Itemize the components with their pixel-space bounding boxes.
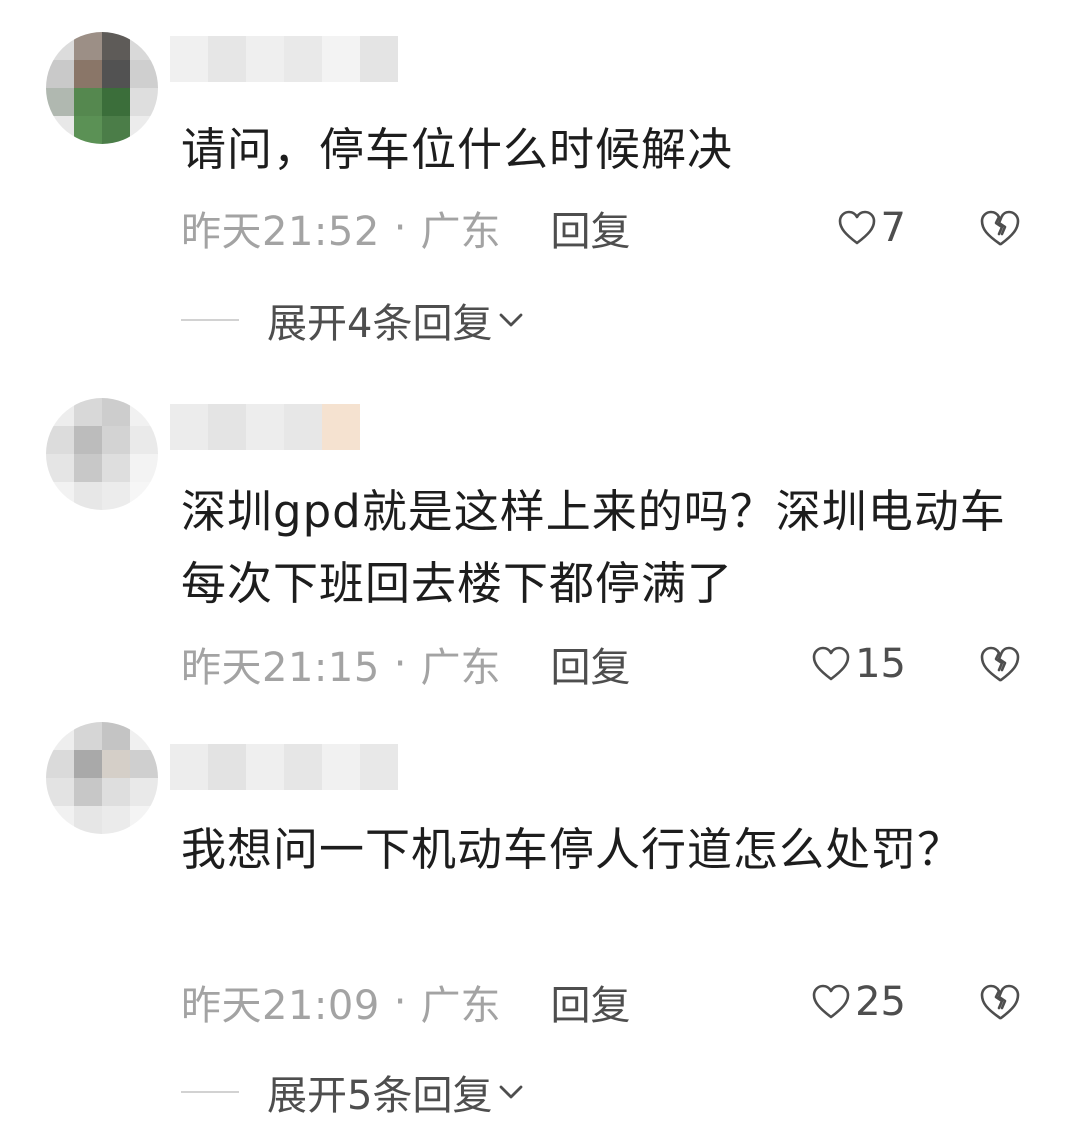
reply-button[interactable]: 回复 bbox=[551, 973, 631, 1031]
comment-list: 请问，停车位什么时候解决 昨天21:52 · 广东 回复 7 展开4条回复 深圳… bbox=[0, 0, 1080, 1128]
expand-replies-button[interactable]: 展开4条回复 bbox=[181, 290, 524, 350]
avatar[interactable] bbox=[46, 398, 158, 510]
like-button[interactable]: 25 bbox=[811, 972, 906, 1032]
divider-line bbox=[181, 1091, 239, 1093]
divider-line bbox=[181, 319, 239, 321]
chevron-down-icon bbox=[500, 313, 523, 327]
expand-replies-button[interactable]: 展开5条回复 bbox=[181, 1062, 524, 1122]
like-button[interactable]: 15 bbox=[811, 634, 906, 694]
comment-text: 请问，停车位什么时候解决 bbox=[181, 123, 734, 176]
reply-button[interactable]: 回复 bbox=[551, 199, 631, 257]
broken-heart-icon bbox=[980, 210, 1020, 246]
avatar[interactable] bbox=[46, 722, 158, 834]
comment-location: 广东 bbox=[420, 209, 501, 255]
avatar[interactable] bbox=[46, 32, 158, 144]
heart-outline-icon bbox=[812, 646, 850, 681]
comment-time: 昨天21:09 bbox=[181, 983, 380, 1029]
comment-time: 昨天21:52 bbox=[181, 209, 380, 255]
broken-heart-icon bbox=[980, 984, 1020, 1020]
comment-meta: 昨天21:09 · 广东 回复 bbox=[181, 972, 1041, 1032]
comment-location: 广东 bbox=[420, 983, 501, 1029]
expand-replies-label: 展开4条回复 bbox=[267, 301, 493, 347]
comment-location: 广东 bbox=[420, 645, 501, 691]
reply-button[interactable]: 回复 bbox=[551, 635, 631, 693]
heart-outline-icon bbox=[838, 210, 875, 245]
comment-time: 昨天21:15 bbox=[181, 645, 380, 691]
comment-meta: 昨天21:52 · 广东 回复 bbox=[181, 198, 1041, 258]
meta-separator: · bbox=[393, 979, 407, 1025]
heart-outline-icon bbox=[812, 984, 850, 1019]
dislike-button[interactable] bbox=[978, 634, 1022, 694]
username-blurred[interactable] bbox=[170, 36, 400, 82]
expand-replies-label: 展开5条回复 bbox=[267, 1073, 493, 1119]
meta-separator: · bbox=[393, 205, 407, 251]
comment-text: 我想问一下机动车停人行道怎么处罚？ bbox=[181, 823, 964, 876]
username-blurred[interactable] bbox=[170, 744, 410, 790]
like-button[interactable]: 7 bbox=[837, 198, 906, 258]
like-count: 15 bbox=[855, 641, 906, 687]
chevron-down-icon bbox=[500, 1085, 523, 1099]
broken-heart-icon bbox=[980, 646, 1020, 682]
dislike-button[interactable] bbox=[978, 972, 1022, 1032]
meta-separator: · bbox=[393, 641, 407, 687]
comment-text: 深圳gpd就是这样上来的吗？深圳电动车每次下班回去楼下都停满了 bbox=[181, 485, 1006, 610]
like-count: 7 bbox=[880, 205, 906, 251]
like-count: 25 bbox=[855, 979, 906, 1025]
username-blurred[interactable] bbox=[170, 404, 370, 450]
dislike-button[interactable] bbox=[978, 198, 1022, 258]
comment-meta: 昨天21:15 · 广东 回复 bbox=[181, 634, 1041, 694]
